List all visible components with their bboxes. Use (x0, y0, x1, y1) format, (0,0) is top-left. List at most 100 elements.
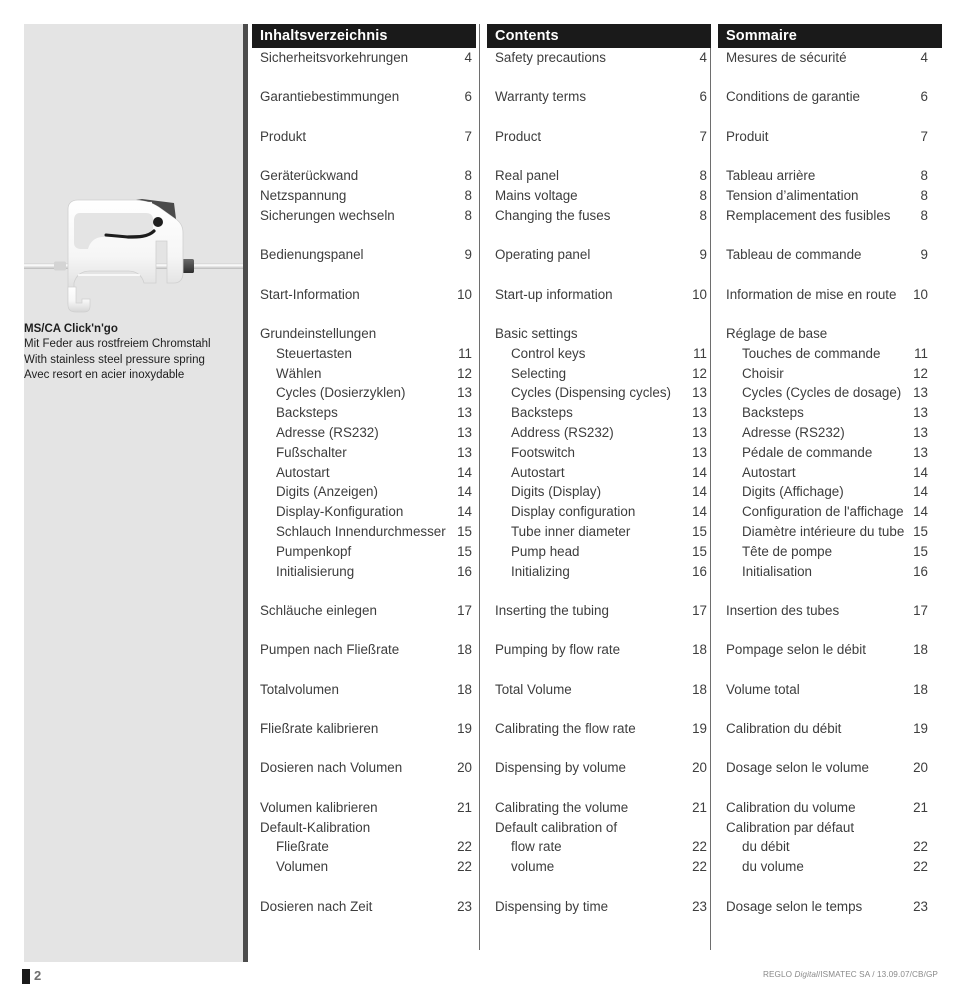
toc-entry-label: Dosage selon le volume (726, 760, 869, 776)
toc-entry[interactable]: Produkt 7 (260, 127, 476, 147)
toc-entry[interactable]: Dosage selon le temps 23 (726, 897, 942, 917)
toc-entry[interactable]: Pompage selon le débit 18 (726, 640, 942, 660)
toc-entry[interactable]: Configuration de l'affichage 14 (726, 502, 942, 522)
toc-entry[interactable]: Start-Information 10 (260, 285, 476, 305)
toc-entry[interactable]: Tube inner diameter 15 (495, 522, 711, 542)
toc-entry[interactable]: Pumpen nach Fließrate 18 (260, 640, 476, 660)
toc-entry[interactable]: Basic settings (495, 324, 711, 344)
toc-entry[interactable]: Control keys 11 (495, 344, 711, 364)
toc-entry[interactable]: Grundeinstellungen (260, 324, 476, 344)
toc-entry[interactable]: Wählen 12 (260, 364, 476, 384)
toc-entry[interactable]: Autostart 14 (260, 463, 476, 483)
toc-entry[interactable]: Cycles (Cycles de dosage) 13 (726, 383, 942, 403)
toc-entry[interactable]: Volumen 22 (260, 857, 476, 877)
toc-entry[interactable]: Schlauch Innendurchmesser 15 (260, 522, 476, 542)
toc-entry[interactable]: Remplacement des fusibles 8 (726, 206, 942, 226)
toc-entry[interactable]: Geräterückwand 8 (260, 166, 476, 186)
toc-entry-label: Tube inner diameter (511, 523, 631, 539)
toc-entry[interactable]: Warranty terms 6 (495, 87, 711, 107)
toc-entry[interactable]: Totalvolumen 18 (260, 680, 476, 700)
toc-entry[interactable]: Digits (Anzeigen) 14 (260, 482, 476, 502)
toc-entry[interactable]: Dispensing by time 23 (495, 897, 711, 917)
toc-entry[interactable]: volume 22 (495, 857, 711, 877)
toc-entry[interactable]: Dosieren nach Zeit 23 (260, 897, 476, 917)
toc-entry[interactable]: Inserting the tubing 17 (495, 601, 711, 621)
toc-entry[interactable]: Autostart 14 (495, 463, 711, 483)
toc-entry[interactable]: flow rate 22 (495, 837, 711, 857)
toc-entry[interactable]: Backsteps 13 (726, 403, 942, 423)
toc-entry[interactable]: Fußschalter 13 (260, 443, 476, 463)
toc-entry[interactable]: Conditions de garantie 6 (726, 87, 942, 107)
toc-entry[interactable]: Operating panel 9 (495, 245, 711, 265)
toc-entry[interactable]: Digits (Affichage) 14 (726, 482, 942, 502)
toc-entry-page: 8 (464, 168, 472, 184)
toc-entry[interactable]: Display configuration 14 (495, 502, 711, 522)
toc-entry[interactable]: Pumping by flow rate 18 (495, 640, 711, 660)
toc-entry[interactable]: Mesures de sécurité 4 (726, 48, 942, 68)
toc-entry[interactable]: Selecting 12 (495, 364, 711, 384)
toc-entry[interactable]: Cycles (Dispensing cycles) 13 (495, 383, 711, 403)
toc-entry[interactable]: Autostart 14 (726, 463, 942, 483)
toc-entry[interactable]: Information de mise en route 10 (726, 285, 942, 305)
toc-entry[interactable]: Bedienungspanel 9 (260, 245, 476, 265)
toc-entry[interactable]: Schläuche einlegen 17 (260, 601, 476, 621)
toc-entry[interactable]: Initialisierung 16 (260, 562, 476, 582)
toc-entry[interactable]: Sicherheitsvorkehrungen 4 (260, 48, 476, 68)
toc-entry[interactable]: Choisir 12 (726, 364, 942, 384)
toc-entry[interactable]: Volumen kalibrieren 21 (260, 798, 476, 818)
toc-entry[interactable]: Mains voltage 8 (495, 186, 711, 206)
toc-entry[interactable]: Display-Konfiguration 14 (260, 502, 476, 522)
toc-entry[interactable]: Initialisation 16 (726, 562, 942, 582)
toc-entry[interactable]: Total Volume 18 (495, 680, 711, 700)
toc-entry[interactable]: Initializing 16 (495, 562, 711, 582)
toc-entry[interactable]: Backsteps 13 (495, 403, 711, 423)
toc-entry[interactable]: Adresse (RS232) 13 (260, 423, 476, 443)
toc-entry[interactable]: Address (RS232) 13 (495, 423, 711, 443)
toc-entry[interactable]: Produit 7 (726, 127, 942, 147)
toc-entry[interactable]: Pédale de commande 13 (726, 443, 942, 463)
toc-entry[interactable]: Dosieren nach Volumen 20 (260, 758, 476, 778)
toc-entry[interactable]: Dispensing by volume 20 (495, 758, 711, 778)
toc-entry-page: 10 (457, 286, 472, 302)
toc-entry[interactable]: Tableau arrière 8 (726, 166, 942, 186)
toc-entry[interactable]: Garantiebestimmungen 6 (260, 87, 476, 107)
toc-entry[interactable]: Tableau de commande 9 (726, 245, 942, 265)
toc-entry[interactable]: Cycles (Dosierzyklen) 13 (260, 383, 476, 403)
toc-entry[interactable]: Diamètre intérieure du tube 15 (726, 522, 942, 542)
toc-entry[interactable]: Real panel 8 (495, 166, 711, 186)
toc-entry[interactable]: Pumpenkopf 15 (260, 542, 476, 562)
toc-entry[interactable]: Réglage de base (726, 324, 942, 344)
toc-entry[interactable]: Product 7 (495, 127, 711, 147)
toc-entry[interactable]: Default calibration of (495, 818, 711, 838)
toc-group-gap (726, 660, 942, 680)
toc-entry[interactable]: Calibration par défaut (726, 818, 942, 838)
toc-entry[interactable]: Sicherungen wechseln 8 (260, 206, 476, 226)
toc-entry[interactable]: Dosage selon le volume 20 (726, 758, 942, 778)
toc-entry[interactable]: Calibrating the flow rate 19 (495, 719, 711, 739)
toc-entry[interactable]: Fließrate 22 (260, 837, 476, 857)
toc-entry[interactable]: Pump head 15 (495, 542, 711, 562)
toc-entry[interactable]: Touches de commande 11 (726, 344, 942, 364)
toc-entry[interactable]: Fließrate kalibrieren 19 (260, 719, 476, 739)
toc-group-gap (495, 621, 711, 641)
toc-entry[interactable]: Start-up information 10 (495, 285, 711, 305)
toc-entry[interactable]: Netzspannung 8 (260, 186, 476, 206)
toc-entry[interactable]: Backsteps 13 (260, 403, 476, 423)
toc-entry[interactable]: Tension d’alimentation 8 (726, 186, 942, 206)
toc-entry[interactable]: Calibration du volume 21 (726, 798, 942, 818)
toc-entry[interactable]: Digits (Display) 14 (495, 482, 711, 502)
toc-entry[interactable]: Steuertasten 11 (260, 344, 476, 364)
toc-entry[interactable]: Safety precautions 4 (495, 48, 711, 68)
toc-entry[interactable]: Volume total 18 (726, 680, 942, 700)
toc-entry[interactable]: Tête de pompe 15 (726, 542, 942, 562)
toc-entry-page: 22 (913, 839, 928, 855)
toc-entry[interactable]: Default-Kalibration (260, 818, 476, 838)
toc-entry[interactable]: du volume 22 (726, 857, 942, 877)
toc-entry[interactable]: Adresse (RS232) 13 (726, 423, 942, 443)
toc-entry[interactable]: Changing the fuses 8 (495, 206, 711, 226)
toc-entry[interactable]: Calibration du débit 19 (726, 719, 942, 739)
toc-entry[interactable]: du débit 22 (726, 837, 942, 857)
toc-entry[interactable]: Insertion des tubes 17 (726, 601, 942, 621)
toc-entry[interactable]: Calibrating the volume 21 (495, 798, 711, 818)
toc-entry[interactable]: Footswitch 13 (495, 443, 711, 463)
